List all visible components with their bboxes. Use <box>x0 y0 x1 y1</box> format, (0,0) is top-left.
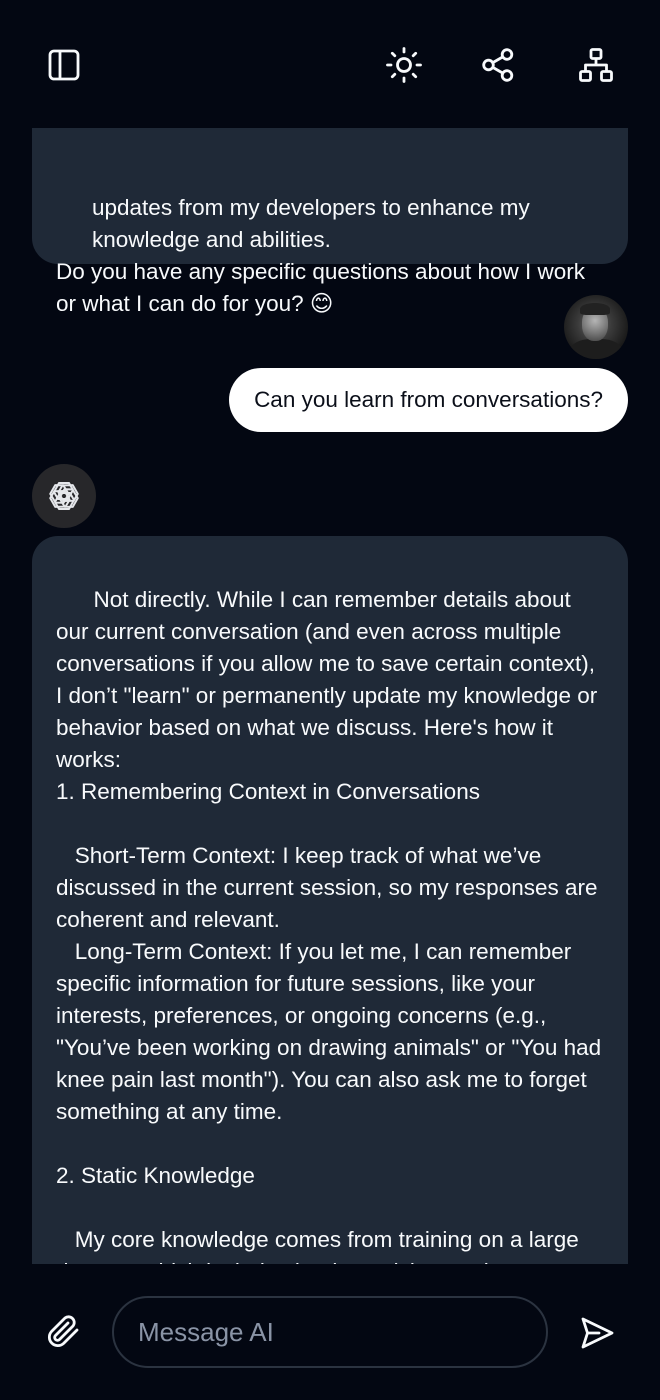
sitemap-button[interactable] <box>573 42 619 88</box>
message-input[interactable] <box>112 1296 548 1368</box>
sidebar-toggle-button[interactable] <box>41 42 87 88</box>
share-button[interactable] <box>475 42 521 88</box>
paperclip-icon <box>47 1315 79 1348</box>
previous-line-2: knowledge and abilities. <box>92 227 331 252</box>
openai-logo-icon <box>49 482 79 510</box>
user-message: Can you learn from conversations? <box>229 368 628 432</box>
chat-app: updates from my developers to enhance my… <box>0 0 660 1400</box>
user-message-text: Can you learn from conversations? <box>254 387 603 412</box>
sitemap-icon <box>579 48 613 82</box>
send-icon <box>581 1317 614 1349</box>
ai-avatar <box>32 464 96 528</box>
chat-scroll-area[interactable]: updates from my developers to enhance my… <box>0 128 660 1264</box>
share-icon <box>482 48 514 82</box>
theme-toggle-button[interactable] <box>381 42 427 88</box>
ai-message-text: Not directly. While I can remember detai… <box>56 587 602 1264</box>
previous-line-1: updates from my developers to enhance my <box>92 195 530 220</box>
sidebar-panel-icon <box>48 49 80 81</box>
send-button[interactable] <box>574 1310 620 1356</box>
user-avatar <box>564 295 628 359</box>
ai-message: Not directly. While I can remember detai… <box>32 536 628 1264</box>
top-bar <box>0 0 660 128</box>
previous-line-3: Do you have any specific questions about… <box>56 259 592 316</box>
attach-button[interactable] <box>42 1310 86 1354</box>
ai-message-previous: updates from my developers to enhance my… <box>32 128 628 316</box>
sun-icon <box>386 47 422 83</box>
